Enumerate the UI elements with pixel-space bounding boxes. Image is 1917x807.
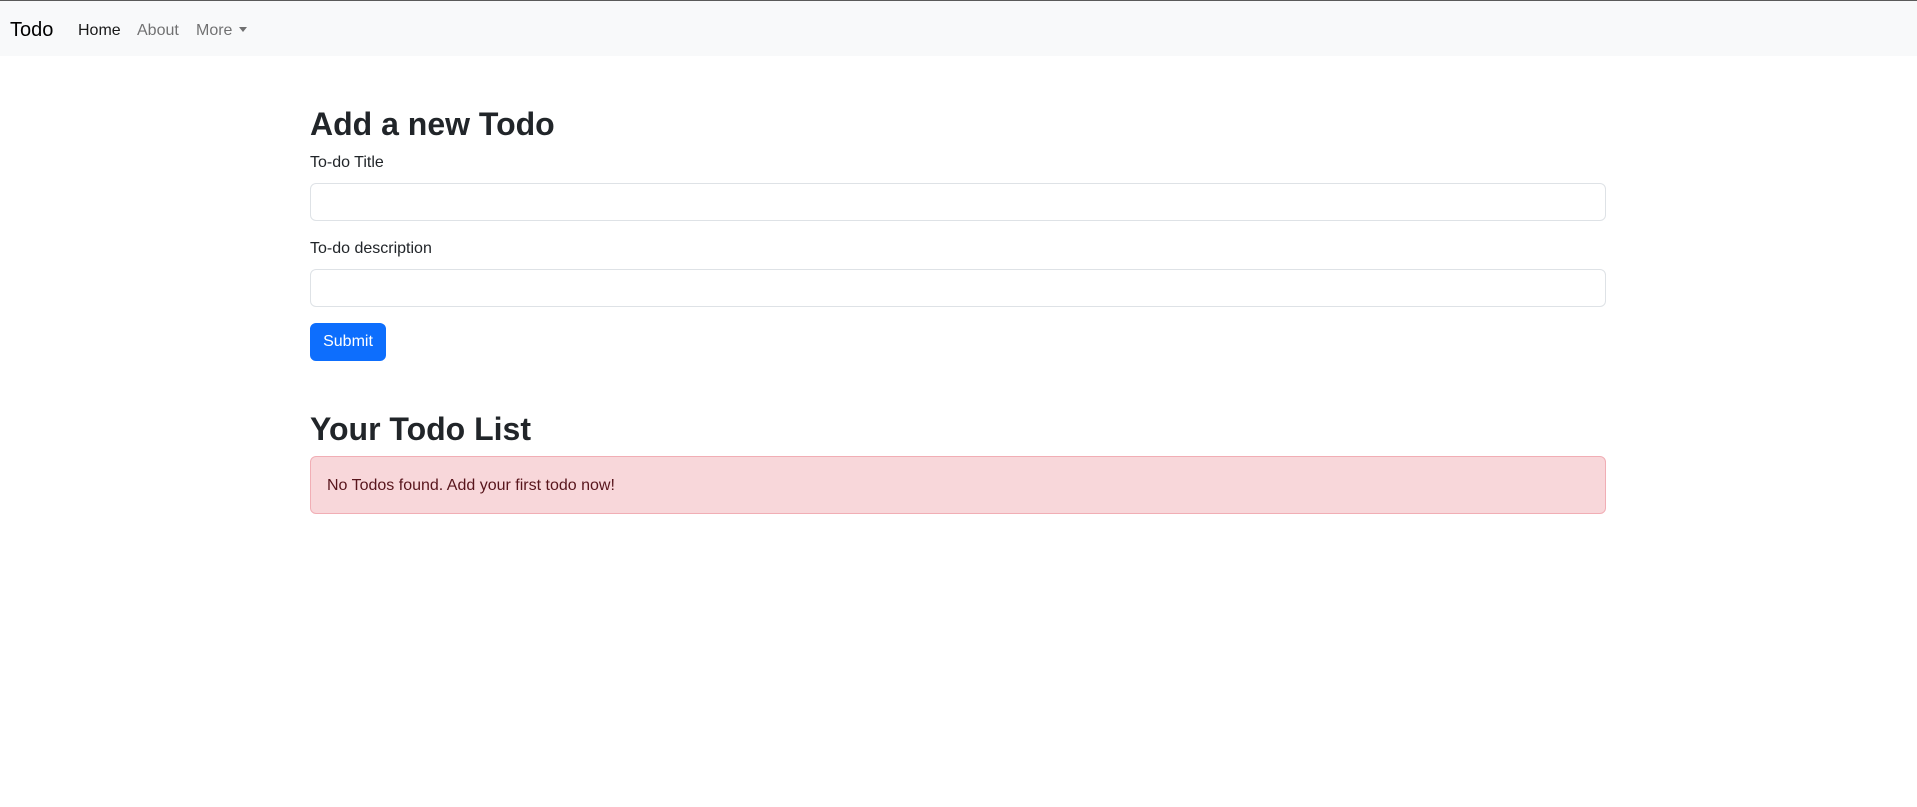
nav-dropdown-more[interactable]: More	[196, 21, 248, 41]
caret-down-icon	[239, 27, 248, 32]
navbar: Todo Home About More	[0, 0, 1917, 56]
todo-description-label: To-do description	[310, 240, 432, 257]
nav-more-label: More	[196, 22, 233, 39]
brand-link[interactable]: Todo	[10, 18, 53, 42]
add-todo-heading: Add a new Todo	[310, 106, 555, 142]
nav-link-home[interactable]: Home	[78, 21, 121, 41]
submit-button[interactable]: Submit	[310, 323, 386, 361]
todo-title-label: To-do Title	[310, 154, 384, 171]
nav-link-about[interactable]: About	[137, 21, 179, 41]
empty-todos-alert: No Todos found. Add your first todo now!	[310, 456, 1606, 514]
todo-title-input[interactable]	[310, 183, 1606, 221]
todo-list-heading: Your Todo List	[310, 411, 531, 447]
todo-description-input[interactable]	[310, 269, 1606, 307]
